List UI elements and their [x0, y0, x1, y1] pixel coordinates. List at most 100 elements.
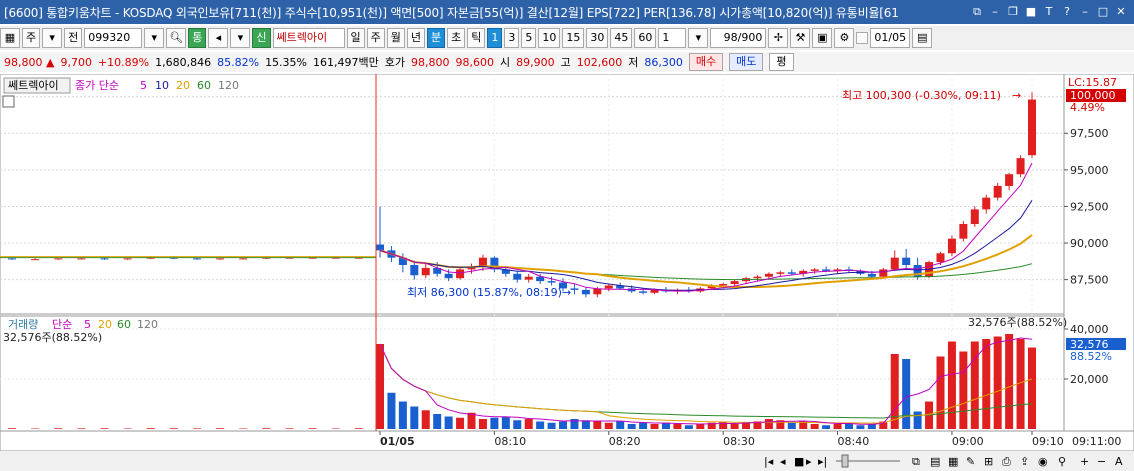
zoom-out-icon[interactable]: − [1097, 455, 1106, 468]
average-button[interactable]: 평 [769, 53, 794, 71]
chart-area[interactable]: 87,500 90,000 92,500 95,000 97,500 20,000 40,… [0, 74, 1134, 471]
period-tick[interactable]: 틱 [467, 28, 486, 48]
text-tool-icon[interactable]: T [1042, 5, 1056, 19]
intraday-candle [581, 289, 590, 295]
chevron-down-icon[interactable]: ▾ [42, 28, 63, 48]
interval-3[interactable]: 3 [504, 28, 520, 48]
intraday-candle [1016, 158, 1025, 175]
prev-candle [31, 259, 40, 261]
font-size-icon[interactable]: A [1115, 455, 1123, 468]
intraday-volume-bar [650, 424, 659, 429]
intraday-volume-bar [559, 421, 568, 429]
help-icon[interactable]: ? [1060, 5, 1074, 19]
scroll-right-button[interactable]: ▸ [806, 455, 812, 468]
multiplier-dropdown-icon[interactable]: ▾ [688, 28, 709, 48]
prev-volume-bar [169, 428, 178, 429]
intraday-candle [879, 269, 888, 277]
layout-icon[interactable]: ▤ [930, 455, 940, 468]
current-price: 98,800 ▲ [4, 55, 55, 69]
period-minute[interactable]: 분 [427, 28, 446, 48]
market-select[interactable]: 주 [22, 28, 41, 48]
split-view-icon[interactable]: ⧉ [912, 455, 920, 468]
count-input[interactable]: 98/900 [710, 28, 767, 48]
chart-type-icon[interactable]: ▦ [0, 28, 20, 48]
scroll-right-end-button[interactable]: ▸| [818, 455, 827, 468]
tools-icon[interactable]: ⚒ [790, 28, 811, 48]
compare-icon[interactable]: ⊞ [984, 455, 993, 468]
dropdown-icon[interactable]: ▾ [230, 28, 251, 48]
export-icon[interactable]: ⇪ [1020, 455, 1029, 468]
close-button[interactable]: ✕ [1114, 5, 1128, 19]
stop-button[interactable]: ■ [794, 455, 804, 468]
scroll-left-button[interactable]: ◂ [780, 455, 786, 468]
intraday-volume-bar [478, 419, 487, 429]
search-icon[interactable]: 🔍︎ [166, 28, 187, 48]
multiplier-input[interactable]: 1 [658, 28, 687, 48]
period-second[interactable]: 초 [447, 28, 466, 48]
all-button[interactable]: 전 [64, 28, 83, 48]
stock-name-field[interactable]: 쎄트렉아이 [272, 28, 345, 48]
tong-button[interactable]: 통 [188, 28, 207, 48]
intraday-candle [902, 257, 911, 266]
high-label: 고 [560, 56, 571, 69]
intraday-candle [890, 257, 899, 270]
chart-toolbar: ▦ 주 ▾ 전 099320 ▾ 🔍︎ 통 ◂ ▾ 신 쎄트렉아이 일 주 월 … [0, 26, 1134, 50]
buy-button[interactable]: 매수 [688, 53, 724, 71]
scroll-left-end-button[interactable]: |◂ [764, 455, 774, 468]
stock-code-input[interactable]: 099320 [84, 28, 143, 48]
interval-10[interactable]: 10 [538, 28, 561, 48]
time-tick-label: 09:10 [1032, 435, 1064, 448]
grid-icon[interactable]: ▦ [948, 455, 958, 468]
date-input[interactable]: 01/05 [870, 28, 911, 48]
volume-ma-60: 60 [117, 318, 131, 331]
date-checkbox[interactable] [856, 32, 869, 44]
shin-button[interactable]: 신 [252, 28, 271, 48]
save-icon[interactable]: ▣ [812, 28, 833, 48]
draw-icon[interactable]: ✎ [966, 455, 975, 468]
camera-icon[interactable]: ◉ [1038, 455, 1048, 468]
intraday-volume-bar [890, 354, 899, 429]
minimize-button[interactable]: – [1078, 5, 1092, 19]
volume-tick-label: 40,000 [1070, 323, 1109, 336]
intraday-volume-bar [547, 422, 556, 429]
grid-toggle-icon[interactable] [2, 95, 15, 108]
zoom-slider-handle[interactable] [841, 454, 849, 468]
interval-60[interactable]: 60 [634, 28, 657, 48]
stock-label: 쎄트렉아이 [8, 79, 59, 92]
link-window-icon[interactable]: ⧉ [970, 5, 984, 19]
intraday-volume-bar [661, 422, 670, 429]
period-week[interactable]: 주 [366, 28, 385, 48]
maximize-sub-icon[interactable]: ■ [1024, 5, 1038, 19]
high-annotation: 최고 100,300 (-0.30%, 09:11) [842, 89, 1001, 102]
print-icon[interactable]: ⎙ [1002, 455, 1011, 468]
prev-candle [54, 258, 63, 260]
interval-5[interactable]: 5 [521, 28, 537, 48]
interval-1[interactable]: 1 [487, 28, 503, 48]
prev-candle [123, 258, 132, 260]
intraday-volume-bar [970, 341, 979, 429]
calendar-icon[interactable]: ▤ [912, 28, 933, 48]
restore-sub-icon[interactable]: ❐ [1006, 5, 1020, 19]
period-month[interactable]: 월 [386, 28, 405, 48]
chart-svg[interactable]: 87,500 90,000 92,500 95,000 97,500 20,000 40,… [0, 74, 1134, 471]
low-label: 저 [628, 56, 639, 69]
period-year[interactable]: 년 [406, 28, 425, 48]
intraday-volume-bar [444, 416, 453, 429]
interval-45[interactable]: 45 [610, 28, 633, 48]
intraday-candle [513, 273, 522, 280]
period-day[interactable]: 일 [346, 28, 365, 48]
zoom-in-icon[interactable]: + [1080, 455, 1089, 468]
gear-icon[interactable]: ⚙ [834, 28, 855, 48]
intraday-candle [764, 273, 773, 277]
crosshair-icon[interactable]: ✢ [768, 28, 789, 48]
intraday-candle [787, 272, 796, 274]
maximize-button[interactable]: □ [1096, 5, 1110, 19]
code-dropdown-icon[interactable]: ▾ [144, 28, 165, 48]
minimize-sub-icon[interactable]: – [988, 5, 1002, 19]
interval-15[interactable]: 15 [562, 28, 585, 48]
interval-30[interactable]: 30 [586, 28, 609, 48]
sell-button[interactable]: 매도 [729, 53, 764, 71]
intraday-candle [410, 265, 419, 276]
search-chart-icon[interactable]: ⚲ [1058, 455, 1066, 468]
speaker-icon[interactable]: ◂ [208, 28, 229, 48]
